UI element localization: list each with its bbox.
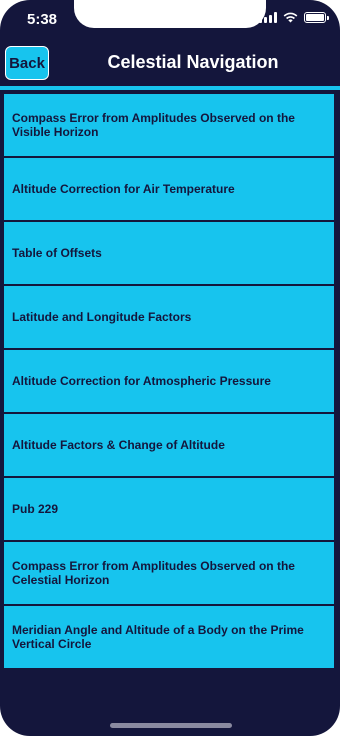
status-time: 5:38 <box>27 11 58 28</box>
status-bar: 5:38 <box>0 0 340 38</box>
wifi-icon <box>283 12 298 23</box>
battery-icon <box>304 12 329 23</box>
device-notch <box>74 0 266 28</box>
signal-icon <box>259 12 277 23</box>
list-item[interactable]: Compass Error from Amplitudes Observed o… <box>4 94 334 158</box>
list-item[interactable]: Table of Offsets <box>4 222 334 286</box>
header-divider <box>0 86 340 90</box>
list-item[interactable]: Meridian Angle and Altitude of a Body on… <box>4 606 334 670</box>
navigation-bar: Back Celestial Navigation <box>0 40 340 86</box>
home-indicator[interactable] <box>110 723 232 728</box>
list-item[interactable]: Altitude Correction for Atmospheric Pres… <box>4 350 334 414</box>
phone-screen: 5:38 Back Celestial Navigation Compass E… <box>0 0 340 736</box>
table-list: Compass Error from Amplitudes Observed o… <box>4 94 334 670</box>
list-item[interactable]: Latitude and Longitude Factors <box>4 286 334 350</box>
status-icons <box>259 12 329 23</box>
list-item[interactable]: Altitude Factors & Change of Altitude <box>4 414 334 478</box>
page-title: Celestial Navigation <box>107 52 279 72</box>
back-button[interactable]: Back <box>5 46 49 80</box>
list-item[interactable]: Compass Error from Amplitudes Observed o… <box>4 542 334 606</box>
list-item[interactable]: Pub 229 <box>4 478 334 542</box>
list-item[interactable]: Altitude Correction for Air Temperature <box>4 158 334 222</box>
